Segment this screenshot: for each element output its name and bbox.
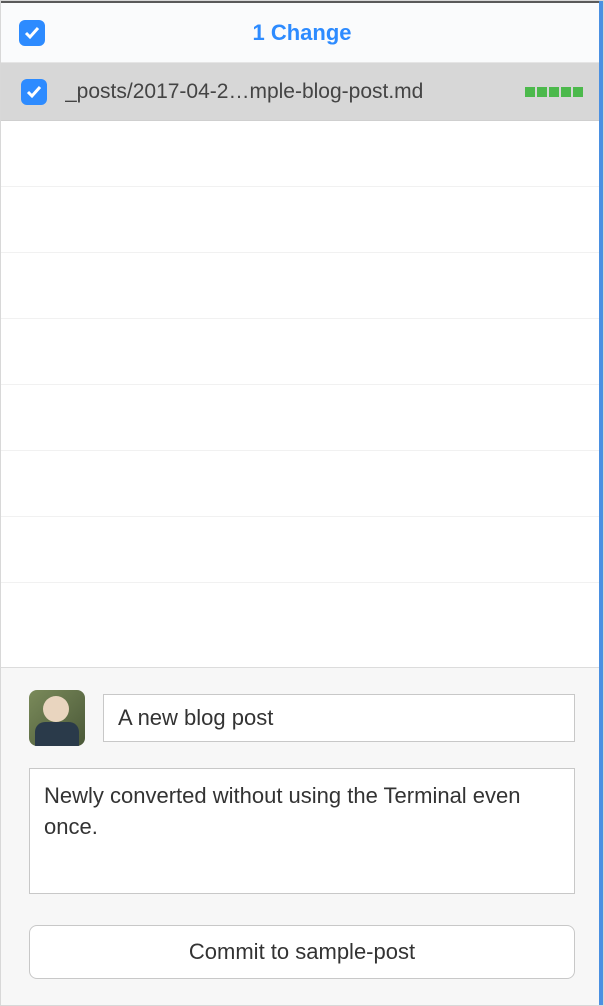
file-checkbox[interactable]	[21, 79, 47, 105]
changes-count-title: 1 Change	[19, 20, 585, 46]
commit-button[interactable]: Commit to sample-post	[29, 925, 575, 979]
diff-line	[1, 187, 603, 253]
diff-lines-area	[1, 121, 603, 667]
diff-additions-indicator	[525, 87, 583, 97]
file-row[interactable]: _posts/2017-04-2…mple-blog-post.md	[1, 63, 603, 121]
diff-line	[1, 451, 603, 517]
diff-line	[1, 583, 603, 667]
file-name-label: _posts/2017-04-2…mple-blog-post.md	[65, 80, 515, 104]
diff-line	[1, 517, 603, 583]
user-avatar	[29, 690, 85, 746]
diff-line	[1, 253, 603, 319]
changes-panel: 1 Change _posts/2017-04-2…mple-blog-post…	[0, 0, 604, 1006]
diff-line	[1, 319, 603, 385]
checkmark-icon	[26, 84, 42, 100]
commit-summary-row	[29, 690, 575, 746]
diff-line	[1, 385, 603, 451]
commit-description-input[interactable]	[29, 768, 575, 894]
diff-line	[1, 121, 603, 187]
changes-header: 1 Change	[1, 1, 603, 63]
commit-summary-input[interactable]	[103, 694, 575, 742]
commit-panel: Commit to sample-post	[1, 667, 603, 1005]
